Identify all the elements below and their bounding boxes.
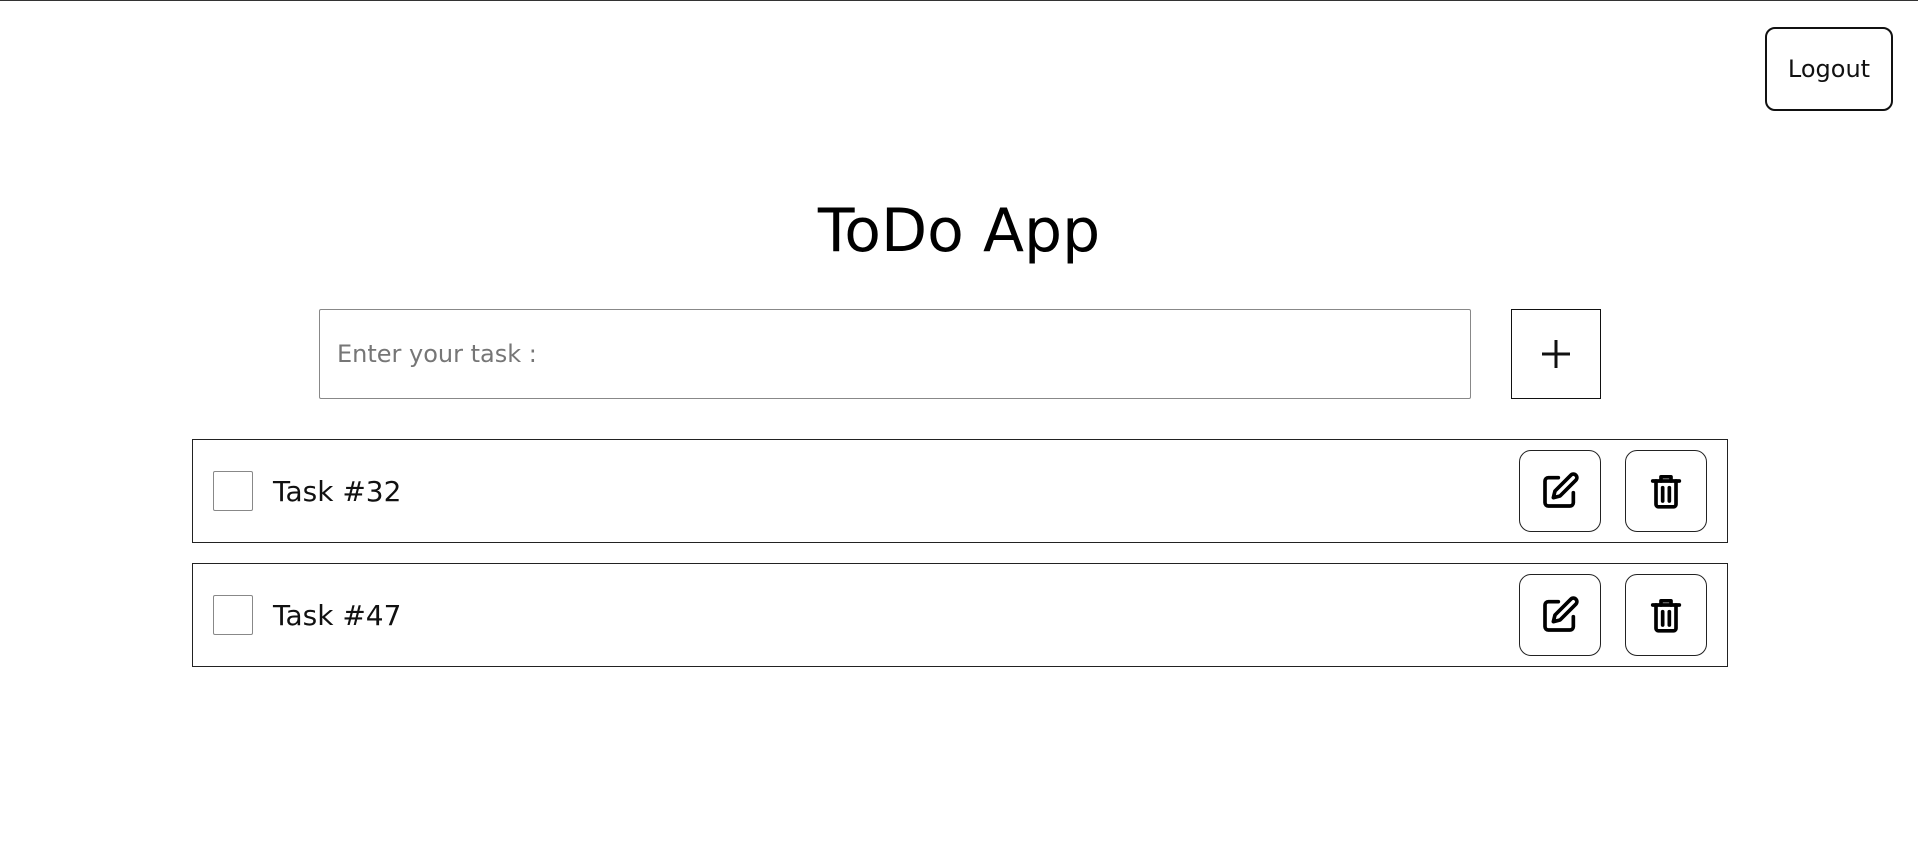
trash-icon bbox=[1646, 595, 1686, 635]
task-item: Task #47 bbox=[192, 563, 1728, 667]
edit-icon bbox=[1540, 595, 1580, 635]
task-label: Task #47 bbox=[273, 598, 402, 632]
edit-task-button[interactable] bbox=[1519, 450, 1601, 532]
task-input[interactable] bbox=[319, 309, 1471, 399]
trash-icon bbox=[1646, 471, 1686, 511]
edit-icon bbox=[1540, 471, 1580, 511]
task-list: Task #32 Task #47 bbox=[192, 439, 1728, 687]
add-task-button[interactable] bbox=[1511, 309, 1601, 399]
edit-task-button[interactable] bbox=[1519, 574, 1601, 656]
task-checkbox[interactable] bbox=[213, 471, 253, 511]
task-label: Task #32 bbox=[273, 474, 402, 508]
delete-task-button[interactable] bbox=[1625, 450, 1707, 532]
task-item: Task #32 bbox=[192, 439, 1728, 543]
plus-icon bbox=[1539, 337, 1573, 371]
delete-task-button[interactable] bbox=[1625, 574, 1707, 656]
logout-button[interactable]: Logout bbox=[1765, 27, 1893, 111]
page-title: ToDo App bbox=[817, 196, 1101, 266]
task-checkbox[interactable] bbox=[213, 595, 253, 635]
